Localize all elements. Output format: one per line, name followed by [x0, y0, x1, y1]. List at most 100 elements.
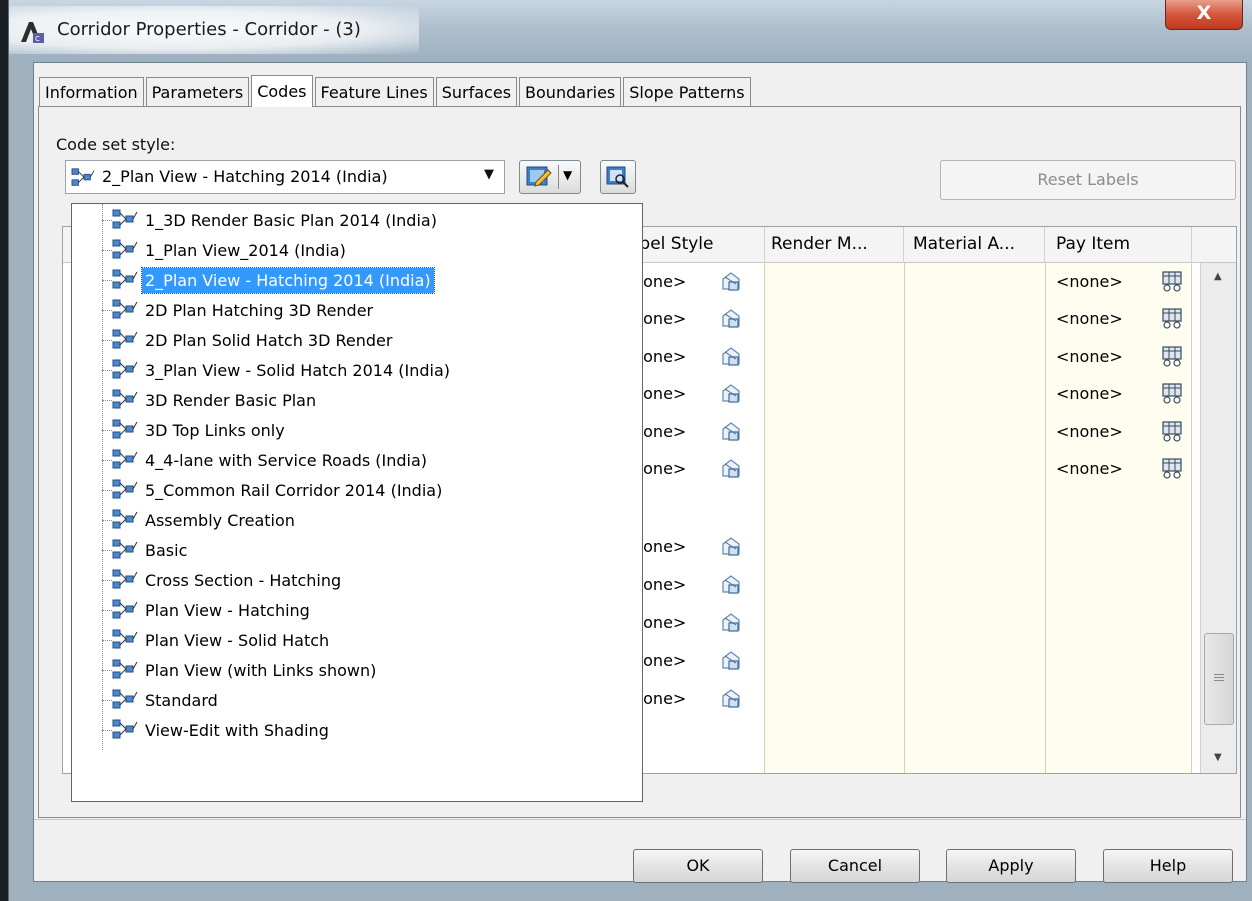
- grip-icon: [1214, 674, 1224, 675]
- pay-item-cell[interactable]: <none>: [1056, 384, 1123, 403]
- dropdown-item-label: Assembly Creation: [145, 511, 295, 530]
- dropdown-item-label: Cross Section - Hatching: [145, 571, 342, 590]
- label-style-button-icon[interactable]: [720, 650, 742, 672]
- scroll-down-arrow-icon[interactable]: ▼: [1214, 752, 1222, 763]
- tab-parameters[interactable]: Parameters: [145, 77, 250, 107]
- tree-connector: [102, 640, 112, 641]
- dropdown-item[interactable]: 5_Common Rail Corridor 2014 (India): [72, 476, 632, 504]
- title-bar[interactable]: C Corridor Properties - Corridor - (3) X: [9, 0, 1252, 62]
- label-style-button-icon[interactable]: [720, 536, 742, 558]
- tree-connector: [102, 310, 112, 311]
- pay-item-cell[interactable]: <none>: [1056, 272, 1123, 291]
- tab-slope-patterns[interactable]: Slope Patterns: [623, 77, 751, 107]
- tree-connector: [102, 490, 112, 491]
- dropdown-item-label: Basic: [145, 541, 188, 560]
- dropdown-item[interactable]: 3D Render Basic Plan: [72, 386, 632, 414]
- tab-information[interactable]: Information: [39, 77, 144, 107]
- tab-feature-lines[interactable]: Feature Lines: [314, 77, 434, 107]
- render-material-column: [764, 263, 904, 773]
- chevron-down-icon[interactable]: ▼: [484, 167, 494, 182]
- tree-connector: [102, 220, 112, 221]
- label-style-button-icon[interactable]: [720, 271, 742, 293]
- col-render-material[interactable]: Render M...: [771, 234, 868, 254]
- code-set-icon: [112, 418, 138, 442]
- label-style-button-icon[interactable]: [720, 612, 742, 634]
- dropdown-item[interactable]: 4_4-lane with Service Roads (India): [72, 446, 632, 474]
- tree-connector: [102, 400, 112, 401]
- pay-item-cell[interactable]: <none>: [1056, 459, 1123, 478]
- pay-item-cell[interactable]: <none>: [1056, 347, 1123, 366]
- col-line: [1045, 263, 1046, 773]
- pay-item-button-icon[interactable]: [1161, 270, 1183, 292]
- code-set-icon: [112, 208, 138, 232]
- scrollbar-thumb[interactable]: [1204, 633, 1234, 725]
- tab-surfaces[interactable]: Surfaces: [435, 77, 518, 107]
- dropdown-item[interactable]: 3D Top Links only: [72, 416, 632, 444]
- pay-item-button-icon[interactable]: [1161, 307, 1183, 329]
- dropdown-item[interactable]: Plan View - Hatching: [72, 596, 632, 624]
- label-style-button-icon[interactable]: [720, 574, 742, 596]
- dropdown-item[interactable]: 1_Plan View_2014 (India): [72, 236, 632, 264]
- code-set-icon: [112, 238, 138, 262]
- pay-item-cell[interactable]: <none>: [1056, 422, 1123, 441]
- code-set-style-combo[interactable]: 2_Plan View - Hatching 2014 (India) ▼: [65, 160, 505, 194]
- col-separator: [1044, 227, 1045, 263]
- col-material-area[interactable]: Material A...: [913, 234, 1015, 254]
- help-button[interactable]: Help: [1103, 849, 1233, 883]
- dropdown-item-label: 3D Top Links only: [145, 421, 285, 440]
- code-set-icon: [112, 508, 138, 532]
- dropdown-item[interactable]: Assembly Creation: [72, 506, 632, 534]
- tree-connector: [102, 700, 112, 701]
- code-set-style-dropdown-list[interactable]: 1_3D Render Basic Plan 2014 (India) 1_Pla…: [71, 203, 643, 802]
- dropdown-item[interactable]: Cross Section - Hatching: [72, 566, 632, 594]
- col-separator: [1191, 227, 1192, 263]
- code-set-icon: [112, 718, 138, 742]
- dropdown-arrow-icon[interactable]: ▼: [563, 168, 572, 182]
- cancel-button[interactable]: Cancel: [790, 849, 920, 883]
- label-style-button-icon[interactable]: [720, 346, 742, 368]
- pay-item-button-icon[interactable]: [1161, 420, 1183, 442]
- dropdown-item[interactable]: View-Edit with Shading: [72, 716, 632, 744]
- dropdown-item-label: 1_Plan View_2014 (India): [145, 241, 346, 260]
- preview-style-button[interactable]: [600, 160, 636, 194]
- label-style-button-icon[interactable]: [720, 421, 742, 443]
- code-set-style-label: Code set style:: [56, 135, 176, 154]
- dropdown-item[interactable]: Standard: [72, 686, 632, 714]
- tree-connector: [102, 550, 112, 551]
- close-button[interactable]: X: [1165, 0, 1243, 30]
- tree-connector: [102, 730, 112, 731]
- tree-connector: [102, 460, 112, 461]
- dropdown-item[interactable]: Basic: [72, 536, 632, 564]
- label-style-button-icon[interactable]: [720, 688, 742, 710]
- dropdown-item[interactable]: Plan View - Solid Hatch: [72, 626, 632, 654]
- pay-item-button-icon[interactable]: [1161, 457, 1183, 479]
- label-style-button-icon[interactable]: [720, 308, 742, 330]
- dropdown-item[interactable]: 2D Plan Hatching 3D Render: [72, 296, 632, 324]
- tree-connector: [102, 340, 112, 341]
- edit-style-button[interactable]: ▼: [519, 160, 581, 194]
- col-separator: [764, 227, 765, 263]
- col-line: [764, 263, 765, 773]
- apply-button[interactable]: Apply: [946, 849, 1076, 883]
- scroll-up-arrow-icon[interactable]: ▲: [1214, 271, 1222, 282]
- dropdown-item[interactable]: 2D Plan Solid Hatch 3D Render: [72, 326, 632, 354]
- label-style-button-icon[interactable]: [720, 458, 742, 480]
- split-separator: [558, 165, 559, 189]
- tab-codes[interactable]: Codes: [251, 75, 313, 107]
- dropdown-item-label: 2D Plan Hatching 3D Render: [145, 301, 374, 320]
- dropdown-item[interactable]: 2_Plan View - Hatching 2014 (India): [72, 266, 632, 294]
- vertical-scrollbar[interactable]: ▲ ▼: [1200, 263, 1236, 773]
- tree-connector: [102, 580, 112, 581]
- pay-item-button-icon[interactable]: [1161, 345, 1183, 367]
- pay-item-cell[interactable]: <none>: [1056, 309, 1123, 328]
- tree-connector: [102, 520, 112, 521]
- tree-connector: [102, 280, 112, 281]
- dropdown-item[interactable]: Plan View (with Links shown): [72, 656, 632, 684]
- col-pay-item[interactable]: Pay Item: [1056, 234, 1130, 254]
- ok-button[interactable]: OK: [633, 849, 763, 883]
- dropdown-item[interactable]: 1_3D Render Basic Plan 2014 (India): [72, 206, 632, 234]
- tab-boundaries[interactable]: Boundaries: [519, 77, 622, 107]
- pay-item-button-icon[interactable]: [1161, 382, 1183, 404]
- dropdown-item[interactable]: 3_Plan View - Solid Hatch 2014 (India): [72, 356, 632, 384]
- label-style-button-icon[interactable]: [720, 383, 742, 405]
